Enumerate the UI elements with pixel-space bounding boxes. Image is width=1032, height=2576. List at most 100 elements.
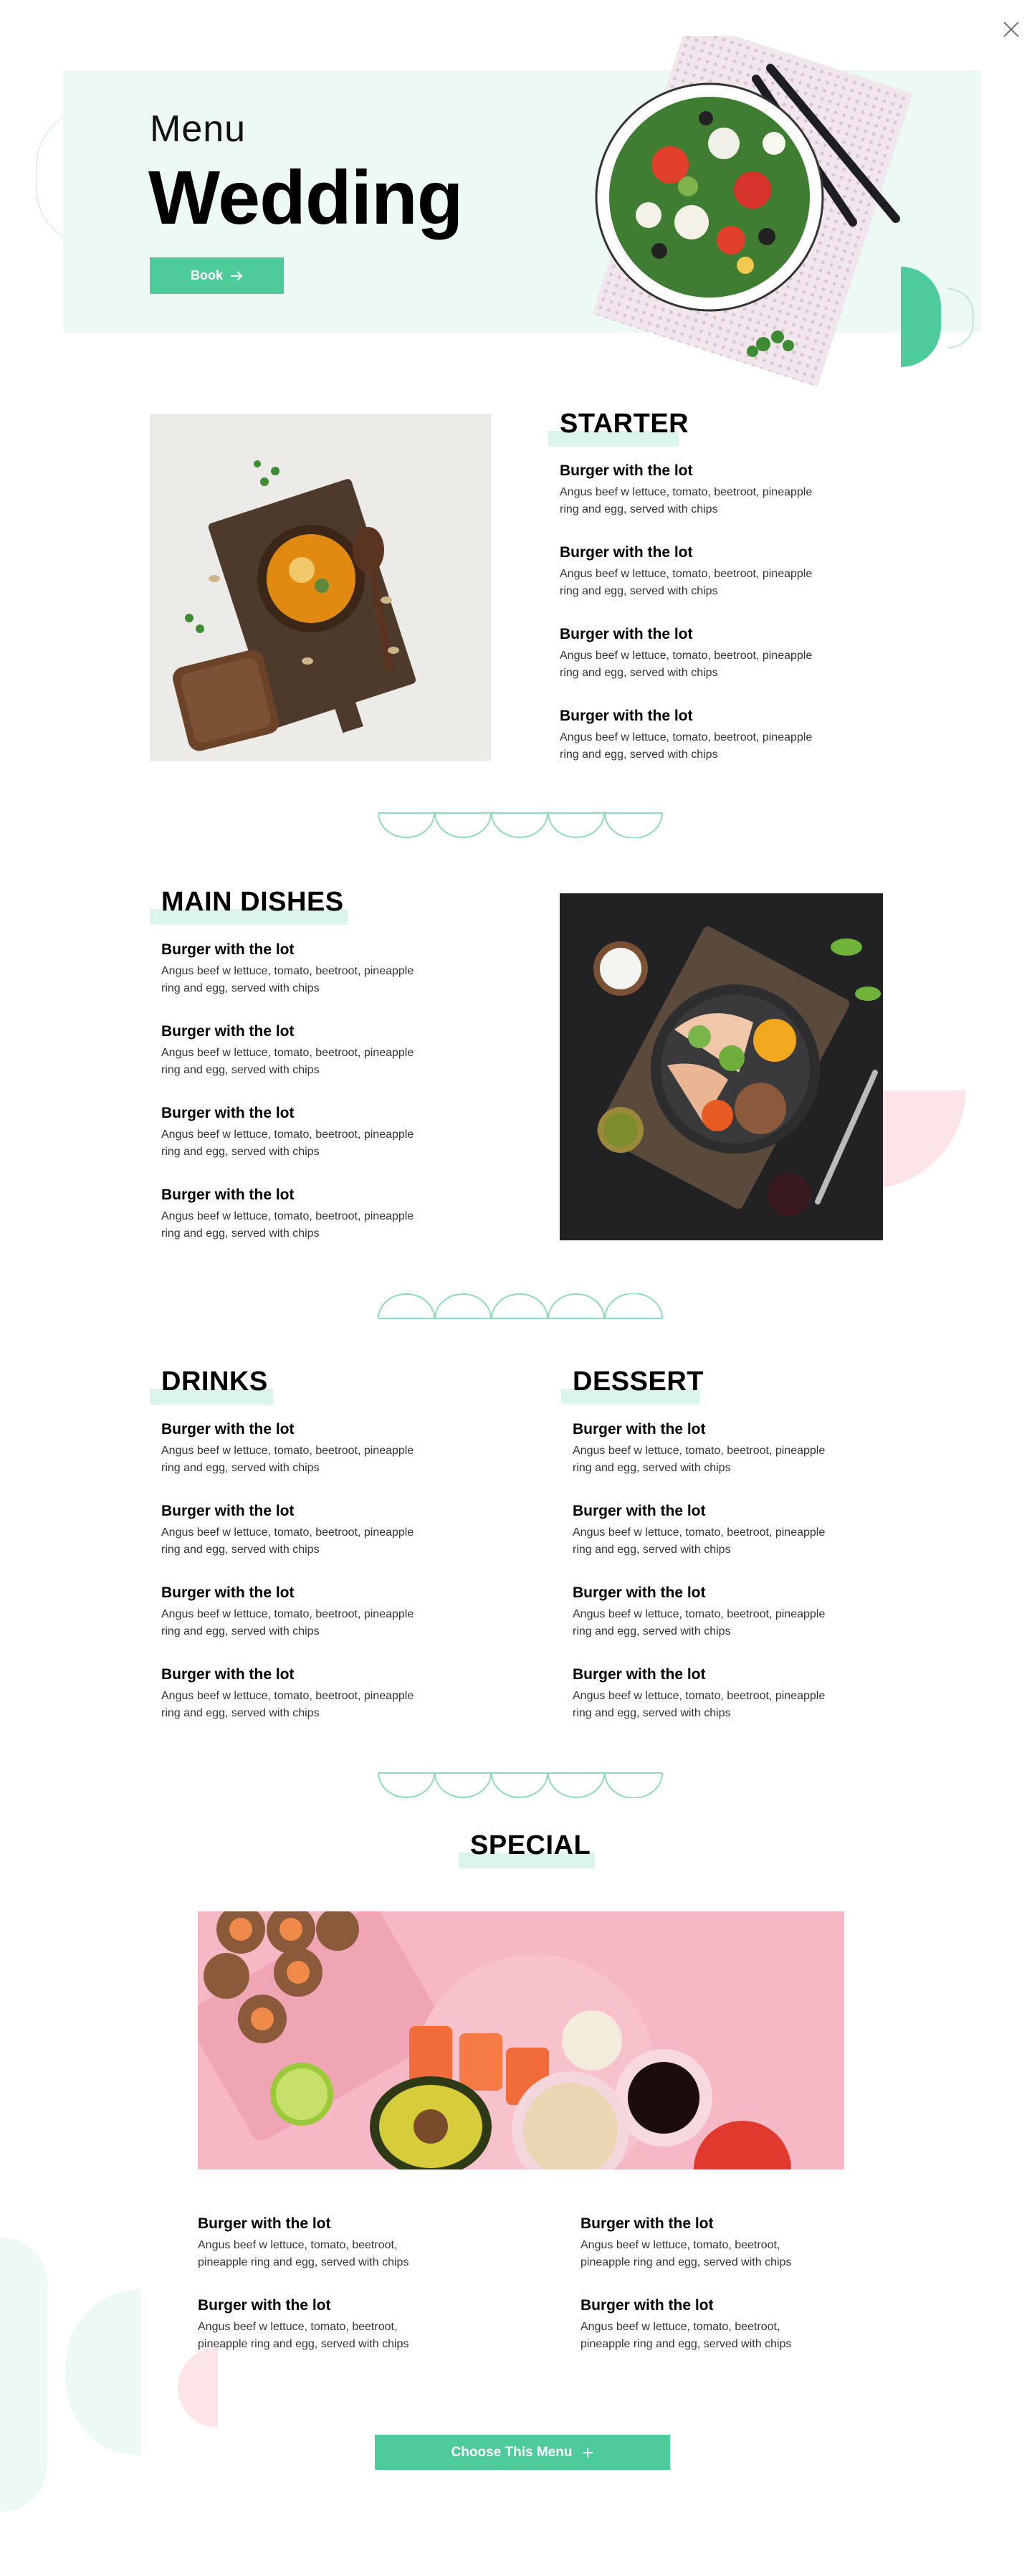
item-title: Burger with the lot [161, 1584, 295, 1601]
book-button-label: Book [191, 268, 223, 282]
item-description: ring and egg, served with chips [161, 1064, 320, 1076]
section-title-dessert: DESSERT [573, 1367, 704, 1397]
item-title: Burger with the lot [573, 1666, 706, 1683]
menu-item: Burger with the lot Angus beef w lettuce… [560, 626, 882, 682]
item-description: Angus beef w lettuce, tomato, beetroot, … [573, 1445, 826, 1457]
item-title: Burger with the lot [580, 2215, 714, 2232]
item-description: Angus beef w lettuce, tomato, beetroot, … [161, 1210, 414, 1222]
item-title: Burger with the lot [198, 2297, 331, 2314]
item-title: Burger with the lot [198, 2215, 331, 2232]
item-description: Angus beef w lettuce, tomato, beetroot, … [161, 1690, 414, 1702]
item-title: Burger with the lot [573, 1503, 706, 1519]
menu-item: Burger with the lot Angus beef w lettuce… [573, 1503, 895, 1559]
wave-divider [378, 1772, 663, 1799]
book-button[interactable]: Book [150, 257, 284, 294]
menu-item: Burger with the lot Angus beef w lettuce… [161, 941, 484, 997]
item-description: ring and egg, served with chips [573, 1707, 731, 1719]
menu-item: Burger with the lot Angus beef w lettuce… [198, 2215, 499, 2271]
item-title: Burger with the lot [161, 941, 295, 958]
special-sushi-photo [198, 1911, 844, 2169]
item-title: Burger with the lot [161, 1023, 295, 1040]
item-title: Burger with the lot [560, 626, 693, 642]
wave-divider [378, 1293, 663, 1319]
item-description: ring and egg, served with chips [560, 585, 718, 597]
item-description: Angus beef w lettuce, tomato, beetroot, [198, 2321, 398, 2333]
item-description: Angus beef w lettuce, tomato, beetroot, … [560, 486, 813, 498]
menu-item: Burger with the lot Angus beef w lettuce… [580, 2297, 882, 2353]
menu-item: Burger with the lot Angus beef w lettuce… [573, 1421, 895, 1477]
hero-title: Wedding [148, 156, 464, 240]
menu-item: Burger with the lot Angus beef w lettuce… [560, 462, 882, 518]
menu-item: Burger with the lot Angus beef w lettuce… [580, 2215, 882, 2271]
menu-item: Burger with the lot Angus beef w lettuce… [161, 1421, 484, 1477]
item-description: Angus beef w lettuce, tomato, beetroot, … [573, 1608, 826, 1620]
item-description: pineapple ring and egg, served with chip… [580, 2338, 792, 2350]
close-button[interactable] [999, 17, 1023, 42]
section-title-special: SPECIAL [470, 1830, 591, 1860]
item-description: Angus beef w lettuce, tomato, beetroot, … [560, 731, 813, 743]
item-description: ring and egg, served with chips [161, 982, 320, 994]
item-description: ring and egg, served with chips [573, 1544, 731, 1556]
menu-item: Burger with the lot Angus beef w lettuce… [560, 544, 882, 600]
item-title: Burger with the lot [560, 544, 693, 561]
decor-mint-half-circle [66, 2289, 140, 2456]
item-title: Burger with the lot [161, 1503, 295, 1519]
item-description: Angus beef w lettuce, tomato, beetroot, … [161, 1445, 414, 1457]
item-description: ring and egg, served with chips [573, 1462, 731, 1474]
item-description: ring and egg, served with chips [161, 1625, 320, 1638]
item-description: Angus beef w lettuce, tomato, beetroot, [580, 2321, 780, 2333]
item-description: Angus beef w lettuce, tomato, beetroot, … [573, 1690, 826, 1702]
item-title: Burger with the lot [161, 1421, 295, 1437]
section-title-main-dishes: MAIN DISHES [161, 887, 344, 917]
section-title-drinks: DRINKS [161, 1367, 268, 1397]
item-description: ring and egg, served with chips [161, 1462, 320, 1474]
item-description: ring and egg, served with chips [161, 1544, 320, 1556]
menu-item: Burger with the lot Angus beef w lettuce… [198, 2297, 499, 2353]
section-title-starter: STARTER [560, 409, 689, 439]
decor-mint-half-circle [0, 2237, 47, 2512]
starter-soup-photo [150, 414, 491, 761]
item-title: Burger with the lot [560, 462, 693, 479]
item-description: pineapple ring and egg, served with chip… [198, 2338, 409, 2350]
menu-item: Burger with the lot Angus beef w lettuce… [573, 1584, 895, 1640]
item-description: ring and egg, served with chips [161, 1227, 320, 1240]
item-description: ring and egg, served with chips [560, 667, 718, 679]
item-description: Angus beef w lettuce, tomato, beetroot, … [161, 1608, 414, 1620]
menu-item: Burger with the lot Angus beef w lettuce… [161, 1023, 484, 1079]
hero-subtitle: Menu [150, 108, 247, 150]
item-description: Angus beef w lettuce, tomato, beetroot, [580, 2239, 780, 2251]
menu-item: Burger with the lot Angus beef w lettuce… [161, 1187, 484, 1242]
item-description: ring and egg, served with chips [161, 1146, 320, 1158]
item-title: Burger with the lot [573, 1584, 706, 1601]
wave-divider [378, 812, 663, 839]
decor-pink-half-circle [178, 2347, 218, 2428]
choose-this-menu-button[interactable]: Choose This Menu [375, 2435, 670, 2470]
item-description: Angus beef w lettuce, tomato, beetroot, … [161, 1128, 414, 1141]
menu-item: Burger with the lot Angus beef w lettuce… [573, 1666, 895, 1722]
item-description: Angus beef w lettuce, tomato, beetroot, … [161, 1047, 414, 1059]
hero-salad-photo [580, 20, 917, 394]
item-title: Burger with the lot [161, 1666, 295, 1683]
item-description: Angus beef w lettuce, tomato, beetroot, … [560, 568, 813, 580]
menu-item: Burger with the lot Angus beef w lettuce… [161, 1584, 484, 1640]
item-title: Burger with the lot [161, 1105, 295, 1121]
plus-icon [583, 2447, 593, 2458]
menu-item: Burger with the lot Angus beef w lettuce… [161, 1503, 484, 1559]
main-bowl-photo [560, 893, 883, 1240]
close-icon [1003, 22, 1019, 37]
item-title: Burger with the lot [580, 2297, 714, 2314]
item-description: ring and egg, served with chips [560, 503, 718, 515]
item-title: Burger with the lot [573, 1421, 706, 1437]
item-description: ring and egg, served with chips [560, 748, 718, 761]
menu-item: Burger with the lot Angus beef w lettuce… [161, 1666, 484, 1722]
menu-item: Burger with the lot Angus beef w lettuce… [161, 1105, 484, 1161]
item-title: Burger with the lot [161, 1187, 295, 1203]
item-title: Burger with the lot [560, 708, 693, 724]
choose-button-label: Choose This Menu [451, 2444, 573, 2460]
item-description: Angus beef w lettuce, tomato, beetroot, … [560, 650, 813, 662]
arrow-right-icon [231, 270, 243, 281]
item-description: pineapple ring and egg, served with chip… [198, 2256, 409, 2268]
item-description: Angus beef w lettuce, tomato, beetroot, … [573, 1526, 826, 1539]
item-description: Angus beef w lettuce, tomato, beetroot, … [161, 965, 414, 977]
item-description: ring and egg, served with chips [161, 1707, 320, 1719]
